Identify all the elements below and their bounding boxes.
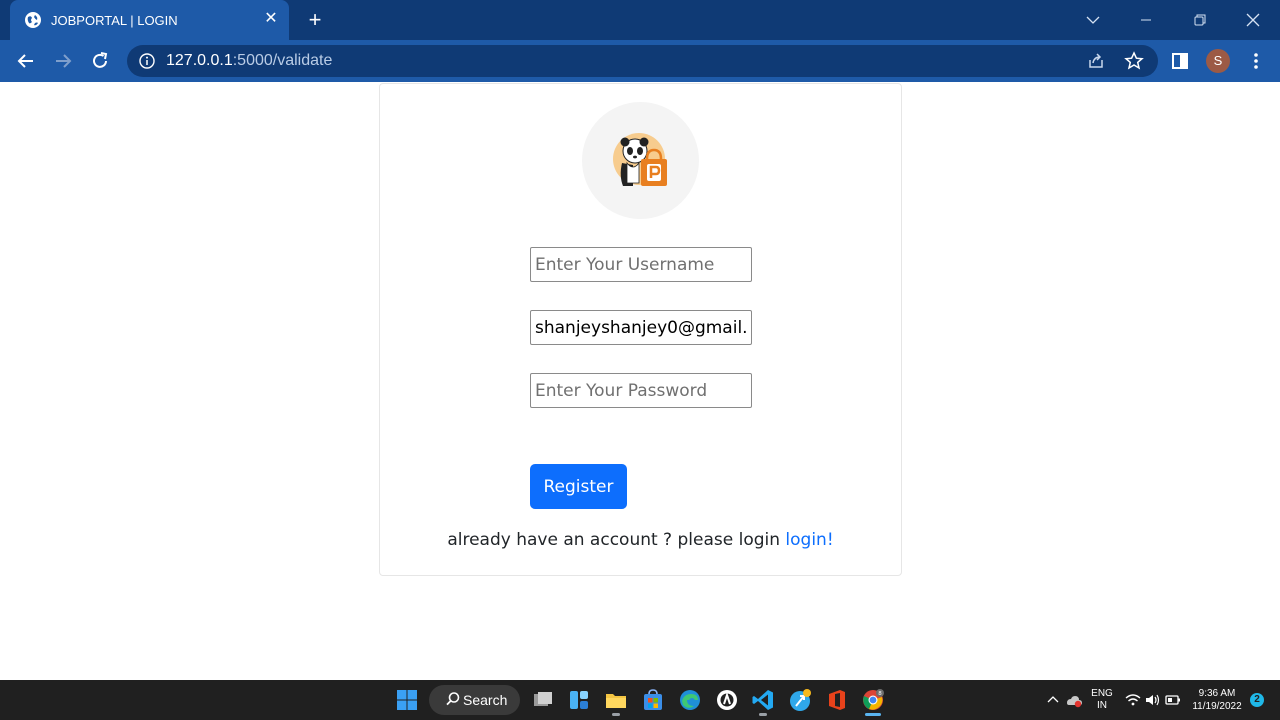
restore-icon[interactable] xyxy=(1188,8,1212,32)
share-icon[interactable] xyxy=(1086,51,1106,71)
panda-logo-icon xyxy=(613,133,667,186)
wifi-icon[interactable] xyxy=(1124,688,1142,712)
url-text[interactable]: 127.0.0.1:5000/validate xyxy=(166,52,332,70)
login-link[interactable]: login! xyxy=(785,530,833,550)
tray-chevron-icon[interactable] xyxy=(1044,688,1062,712)
notification-badge[interactable]: 2 xyxy=(1250,693,1264,707)
email-input[interactable] xyxy=(530,310,752,345)
chevron-down-icon[interactable] xyxy=(1081,8,1105,32)
edge-icon[interactable] xyxy=(678,688,702,712)
volume-icon[interactable] xyxy=(1144,688,1162,712)
language-line2: IN xyxy=(1097,700,1107,711)
globe-icon xyxy=(25,12,41,28)
app-icon-2[interactable] xyxy=(788,688,812,712)
language-line1: ENG xyxy=(1091,688,1113,699)
kebab-menu-icon[interactable] xyxy=(1246,49,1266,73)
close-window-icon[interactable] xyxy=(1241,8,1265,32)
store-icon[interactable] xyxy=(641,688,665,712)
chrome-icon[interactable]: 8 xyxy=(861,688,885,712)
minimize-icon[interactable] xyxy=(1134,8,1158,32)
back-arrow-icon[interactable] xyxy=(14,49,38,73)
url-path: :5000/validate xyxy=(232,52,333,69)
active-indicator xyxy=(865,713,881,716)
battery-icon[interactable] xyxy=(1164,688,1182,712)
onedrive-icon[interactable] xyxy=(1064,688,1084,712)
tab-strip: JOBPORTAL | LOGIN ✕ + xyxy=(0,0,1280,40)
plus-icon[interactable]: + xyxy=(304,9,326,31)
windows-taskbar: Search 8 ENG IN 9:36 AM 11/19/2022 2 xyxy=(0,680,1280,720)
windows-start-icon[interactable] xyxy=(395,688,419,712)
office-icon[interactable] xyxy=(825,688,849,712)
url-host: 127.0.0.1 xyxy=(166,52,233,69)
widgets-icon[interactable] xyxy=(567,688,591,712)
taskbar-search[interactable]: Search xyxy=(429,685,520,715)
language-indicator[interactable]: ENG IN xyxy=(1089,688,1115,712)
tab-title: JOBPORTAL | LOGIN xyxy=(51,13,178,28)
info-icon[interactable] xyxy=(139,53,155,69)
login-prompt-text: already have an account ? please login xyxy=(447,530,781,550)
clock-date: 11/19/2022 xyxy=(1192,701,1242,712)
register-button[interactable]: Register xyxy=(530,464,627,509)
vscode-icon[interactable] xyxy=(751,688,775,712)
side-panel-icon[interactable] xyxy=(1168,49,1192,73)
reload-icon[interactable] xyxy=(88,49,112,73)
forward-arrow-icon[interactable] xyxy=(51,49,75,73)
address-bar[interactable]: 127.0.0.1:5000/validate xyxy=(127,45,1158,77)
browser-toolbar: 127.0.0.1:5000/validate S xyxy=(0,40,1280,82)
profile-avatar[interactable]: S xyxy=(1206,49,1230,73)
file-explorer-icon[interactable] xyxy=(604,688,628,712)
clock-time: 9:36 AM xyxy=(1198,688,1236,699)
running-indicator xyxy=(612,713,620,716)
star-icon[interactable] xyxy=(1124,51,1144,71)
browser-tab[interactable]: JOBPORTAL | LOGIN ✕ xyxy=(10,0,289,40)
task-view-icon[interactable] xyxy=(531,688,555,712)
chrome-badge: 8 xyxy=(878,691,882,697)
system-clock[interactable]: 9:36 AM 11/19/2022 xyxy=(1186,687,1248,713)
search-icon xyxy=(446,692,460,706)
close-icon[interactable]: ✕ xyxy=(262,10,280,28)
username-input[interactable] xyxy=(530,247,752,282)
password-input[interactable] xyxy=(530,373,752,408)
app-icon[interactable] xyxy=(715,688,739,712)
login-prompt: already have an account ? please login l… xyxy=(379,530,902,550)
search-label: Search xyxy=(463,692,508,708)
running-indicator xyxy=(759,713,767,716)
